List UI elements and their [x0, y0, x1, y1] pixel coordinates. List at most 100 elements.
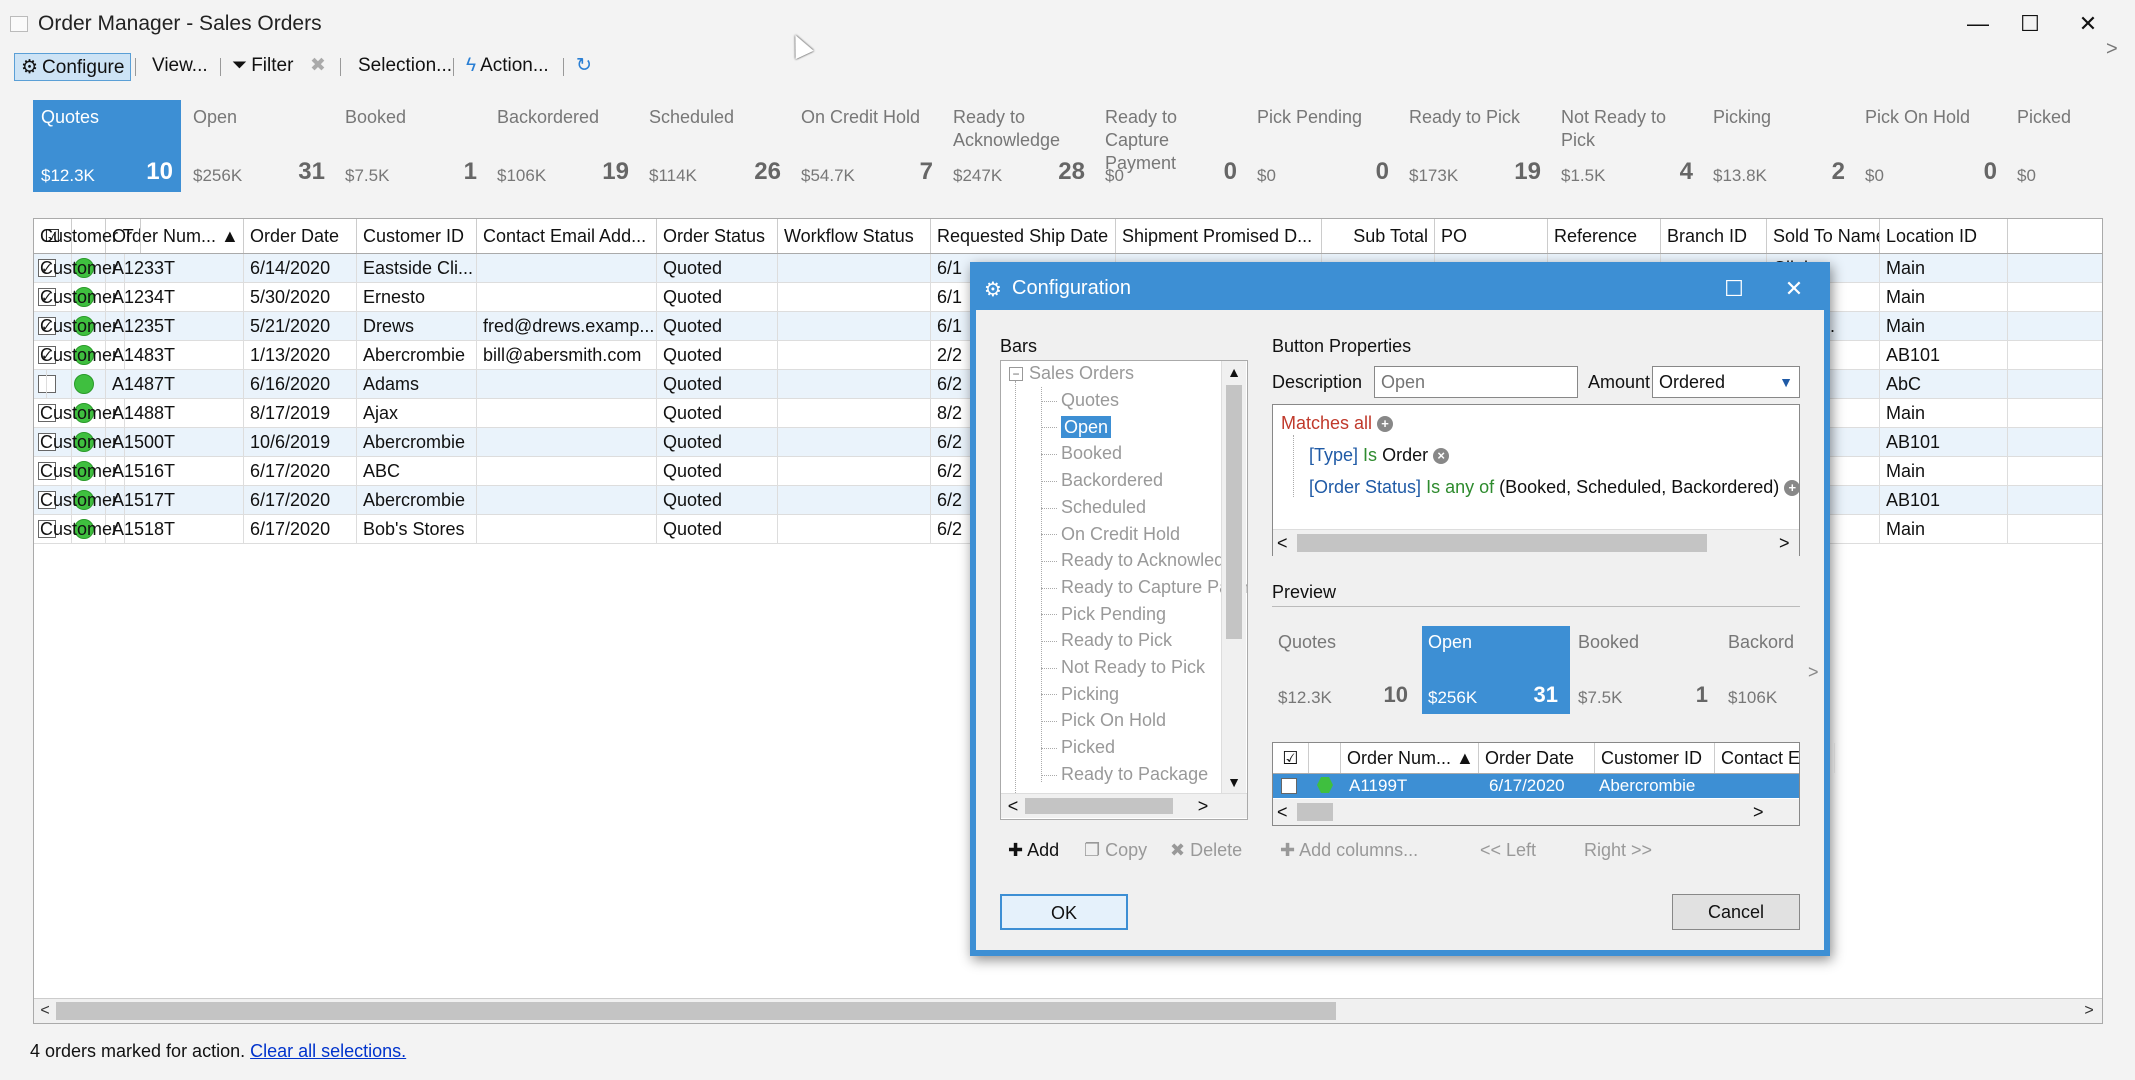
- scroll-thumb[interactable]: [1297, 803, 1333, 821]
- status-button[interactable]: Ready to Pick $173K 19: [1401, 100, 1549, 192]
- column-header[interactable]: Order Date: [1479, 743, 1595, 773]
- tree-item[interactable]: Picking: [1041, 681, 1119, 708]
- status-button[interactable]: On Credit Hold $54.7K 7: [793, 100, 941, 192]
- scroll-up-arrow[interactable]: ▲: [1222, 361, 1246, 383]
- collapse-icon[interactable]: −: [1009, 367, 1023, 381]
- column-header[interactable]: Requested Ship Date: [931, 219, 1116, 253]
- status-button[interactable]: Open $256K 31: [185, 100, 333, 192]
- column-header[interactable]: Location ID: [1880, 219, 2008, 253]
- status-button[interactable]: Picking $13.8K 2: [1705, 100, 1853, 192]
- scroll-thumb[interactable]: [56, 1002, 1336, 1020]
- filter-condition-type[interactable]: [Type] Is Order ×: [1309, 445, 1450, 466]
- move-left-button[interactable]: << Left: [1480, 840, 1536, 861]
- scroll-thumb[interactable]: [1025, 798, 1173, 814]
- tree-item[interactable]: Backordered: [1041, 467, 1163, 494]
- filter-button[interactable]: ⏷ Filter: [232, 52, 293, 80]
- ok-button[interactable]: OK: [1000, 894, 1128, 930]
- minimize-button[interactable]: —: [1958, 8, 1998, 40]
- status-button[interactable]: Not Ready to Pick $1.5K 4: [1553, 100, 1701, 192]
- column-header[interactable]: Sub Total: [1322, 219, 1435, 253]
- status-button[interactable]: Pick Pending $0 0: [1249, 100, 1397, 192]
- scroll-thumb[interactable]: [1226, 385, 1242, 639]
- tree-item[interactable]: Pick On Hold: [1041, 707, 1166, 734]
- move-right-button[interactable]: Right >>: [1584, 840, 1652, 861]
- row-checkbox[interactable]: [1281, 778, 1297, 794]
- tree-item[interactable]: Ready to Acknowledge: [1041, 547, 1244, 574]
- maximize-button[interactable]: ☐: [2010, 8, 2050, 40]
- refresh-icon[interactable]: ↻: [576, 52, 592, 80]
- tree-horizontal-scrollbar[interactable]: < >: [1001, 793, 1247, 818]
- scroll-left-arrow[interactable]: <: [1003, 794, 1023, 818]
- preview-next-arrow[interactable]: >: [1808, 662, 1819, 683]
- description-input[interactable]: [1374, 366, 1578, 398]
- column-header[interactable]: Sold To Name: [1767, 219, 1880, 253]
- tree-item[interactable]: Not Ready to Pick: [1041, 654, 1205, 681]
- add-bar-button[interactable]: ✚ Add: [1008, 840, 1059, 861]
- view-button[interactable]: View...: [152, 52, 208, 80]
- status-button[interactable]: Pick On Hold $0 0: [1857, 100, 2005, 192]
- scroll-left-arrow[interactable]: <: [1277, 799, 1288, 825]
- tree-vertical-scrollbar[interactable]: ▲ ▼: [1221, 361, 1246, 793]
- selection-button[interactable]: Selection...: [358, 52, 452, 80]
- status-button[interactable]: Backordered $106K 19: [489, 100, 637, 192]
- cancel-button[interactable]: Cancel: [1672, 894, 1800, 930]
- status-bar-next-arrow[interactable]: >: [2106, 38, 2118, 61]
- tree-root-sales-orders[interactable]: Sales Orders: [1029, 361, 1134, 387]
- dialog-maximize-button[interactable]: ☐: [1716, 274, 1752, 304]
- scroll-thumb[interactable]: [1297, 534, 1707, 552]
- column-header[interactable]: Contact E: [1715, 743, 1835, 773]
- column-header[interactable]: PO: [1435, 219, 1548, 253]
- status-button[interactable]: Scheduled $114K 26: [641, 100, 789, 192]
- column-header[interactable]: Customer ID: [1595, 743, 1715, 773]
- column-header[interactable]: Reference: [1548, 219, 1661, 253]
- status-button[interactable]: Booked $7.5K 1: [337, 100, 485, 192]
- preview-grid-row[interactable]: A1199T 6/17/2020 Abercrombie: [1273, 774, 1799, 798]
- status-button[interactable]: Picked $0: [2009, 100, 2135, 192]
- amount-select[interactable]: Ordered ▼: [1652, 366, 1800, 398]
- scroll-left-arrow[interactable]: <: [1277, 530, 1288, 556]
- column-header[interactable]: Customer T: [34, 219, 141, 253]
- column-header[interactable]: Order Date: [244, 219, 357, 253]
- delete-bar-button[interactable]: ✖ Delete: [1170, 840, 1242, 861]
- filter-horizontal-scrollbar[interactable]: < >: [1273, 529, 1799, 556]
- tree-item[interactable]: Booked: [1041, 440, 1122, 467]
- dialog-close-button[interactable]: ✕: [1776, 274, 1812, 304]
- column-header[interactable]: Workflow Status: [778, 219, 931, 253]
- column-header[interactable]: Order Status: [657, 219, 778, 253]
- tree-item[interactable]: Quotes: [1041, 387, 1119, 414]
- column-header[interactable]: Shipment Promised D...: [1116, 219, 1322, 253]
- remove-condition-icon[interactable]: ×: [1433, 448, 1450, 465]
- action-button[interactable]: ϟ Action...: [466, 52, 549, 80]
- scroll-right-arrow[interactable]: >: [1779, 530, 1790, 556]
- filter-condition-order-status[interactable]: [Order Status] Is any of (Booked, Schedu…: [1309, 477, 1801, 498]
- status-button[interactable]: Ready to Capture Payment $0 0: [1097, 100, 1245, 192]
- add-columns-button[interactable]: ✚ Add columns...: [1280, 840, 1418, 861]
- scroll-left-arrow[interactable]: <: [34, 999, 56, 1023]
- scroll-down-arrow[interactable]: ▼: [1222, 771, 1246, 793]
- select-all-checkbox[interactable]: ☑: [1273, 743, 1309, 773]
- tree-item[interactable]: Picked: [1041, 734, 1115, 761]
- add-value-icon[interactable]: +: [1784, 480, 1801, 497]
- tree-item[interactable]: Scheduled: [1041, 494, 1146, 521]
- column-header[interactable]: Order Num... ▲: [1341, 743, 1479, 773]
- column-header[interactable]: Customer ID: [357, 219, 477, 253]
- tree-item[interactable]: Open: [1041, 414, 1112, 441]
- tree-item[interactable]: On Credit Hold: [1041, 521, 1180, 548]
- scroll-right-arrow[interactable]: >: [1753, 799, 1764, 825]
- copy-bar-button[interactable]: ❐ Copy: [1084, 840, 1147, 861]
- tree-item[interactable]: Ready to Pick: [1041, 627, 1172, 654]
- add-condition-icon[interactable]: +: [1377, 416, 1394, 433]
- tree-item[interactable]: Ready to Capture Payment: [1041, 574, 1247, 601]
- configure-button[interactable]: ⚙ Configure: [14, 53, 132, 81]
- filter-root[interactable]: Matches all +: [1281, 413, 1394, 434]
- grid-horizontal-scrollbar[interactable]: < >: [34, 998, 2102, 1023]
- scroll-right-arrow[interactable]: >: [2078, 999, 2100, 1023]
- status-button[interactable]: Quotes $12.3K 10: [33, 100, 181, 192]
- close-button[interactable]: ✕: [2068, 8, 2108, 40]
- status-button[interactable]: Ready to Acknowledge $247K 28: [945, 100, 1093, 192]
- column-header[interactable]: Branch ID: [1661, 219, 1767, 253]
- clear-filter-icon[interactable]: ✖: [310, 52, 326, 80]
- tree-item[interactable]: Ready to Package: [1041, 761, 1208, 788]
- tree-item[interactable]: Pick Pending: [1041, 601, 1166, 628]
- scroll-right-arrow[interactable]: >: [1193, 794, 1213, 818]
